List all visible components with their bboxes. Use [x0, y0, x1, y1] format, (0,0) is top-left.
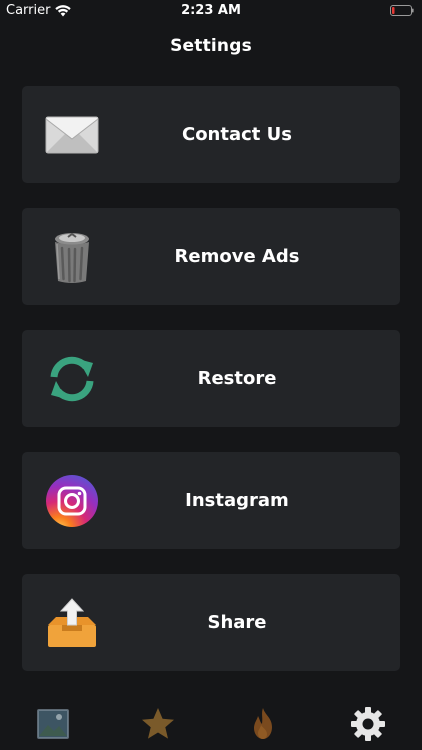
restore-label: Restore [197, 368, 277, 389]
gallery-icon [37, 709, 69, 739]
trash-can-icon [44, 229, 100, 285]
tab-gallery[interactable] [33, 706, 73, 742]
restore-button[interactable]: Restore [22, 330, 400, 427]
page-title: Settings [170, 36, 252, 56]
tab-settings[interactable] [348, 706, 388, 742]
remove-ads-button[interactable]: Remove Ads [22, 208, 400, 305]
tab-bar [0, 698, 422, 750]
instagram-button[interactable]: Instagram [22, 452, 400, 549]
tab-favorites[interactable] [138, 706, 178, 742]
status-bar: Carrier 2:23 AM [0, 0, 422, 22]
share-button[interactable]: Share [22, 574, 400, 671]
share-tray-icon [44, 595, 100, 651]
envelope-icon [44, 107, 100, 163]
contact-us-label: Contact Us [181, 124, 292, 145]
gear-icon [351, 707, 385, 741]
refresh-icon [44, 351, 100, 407]
instagram-label: Instagram [185, 490, 289, 511]
status-time: 2:23 AM [181, 3, 241, 18]
battery-icon [390, 5, 414, 16]
instagram-icon [44, 473, 100, 529]
tab-trending[interactable] [243, 706, 283, 742]
remove-ads-label: Remove Ads [174, 246, 300, 267]
star-icon [142, 708, 174, 739]
share-label: Share [207, 612, 267, 633]
contact-us-button[interactable]: Contact Us [22, 86, 400, 183]
settings-list: Contact Us Remove Ads Restore Instagram … [22, 86, 400, 696]
fire-icon [254, 708, 272, 739]
